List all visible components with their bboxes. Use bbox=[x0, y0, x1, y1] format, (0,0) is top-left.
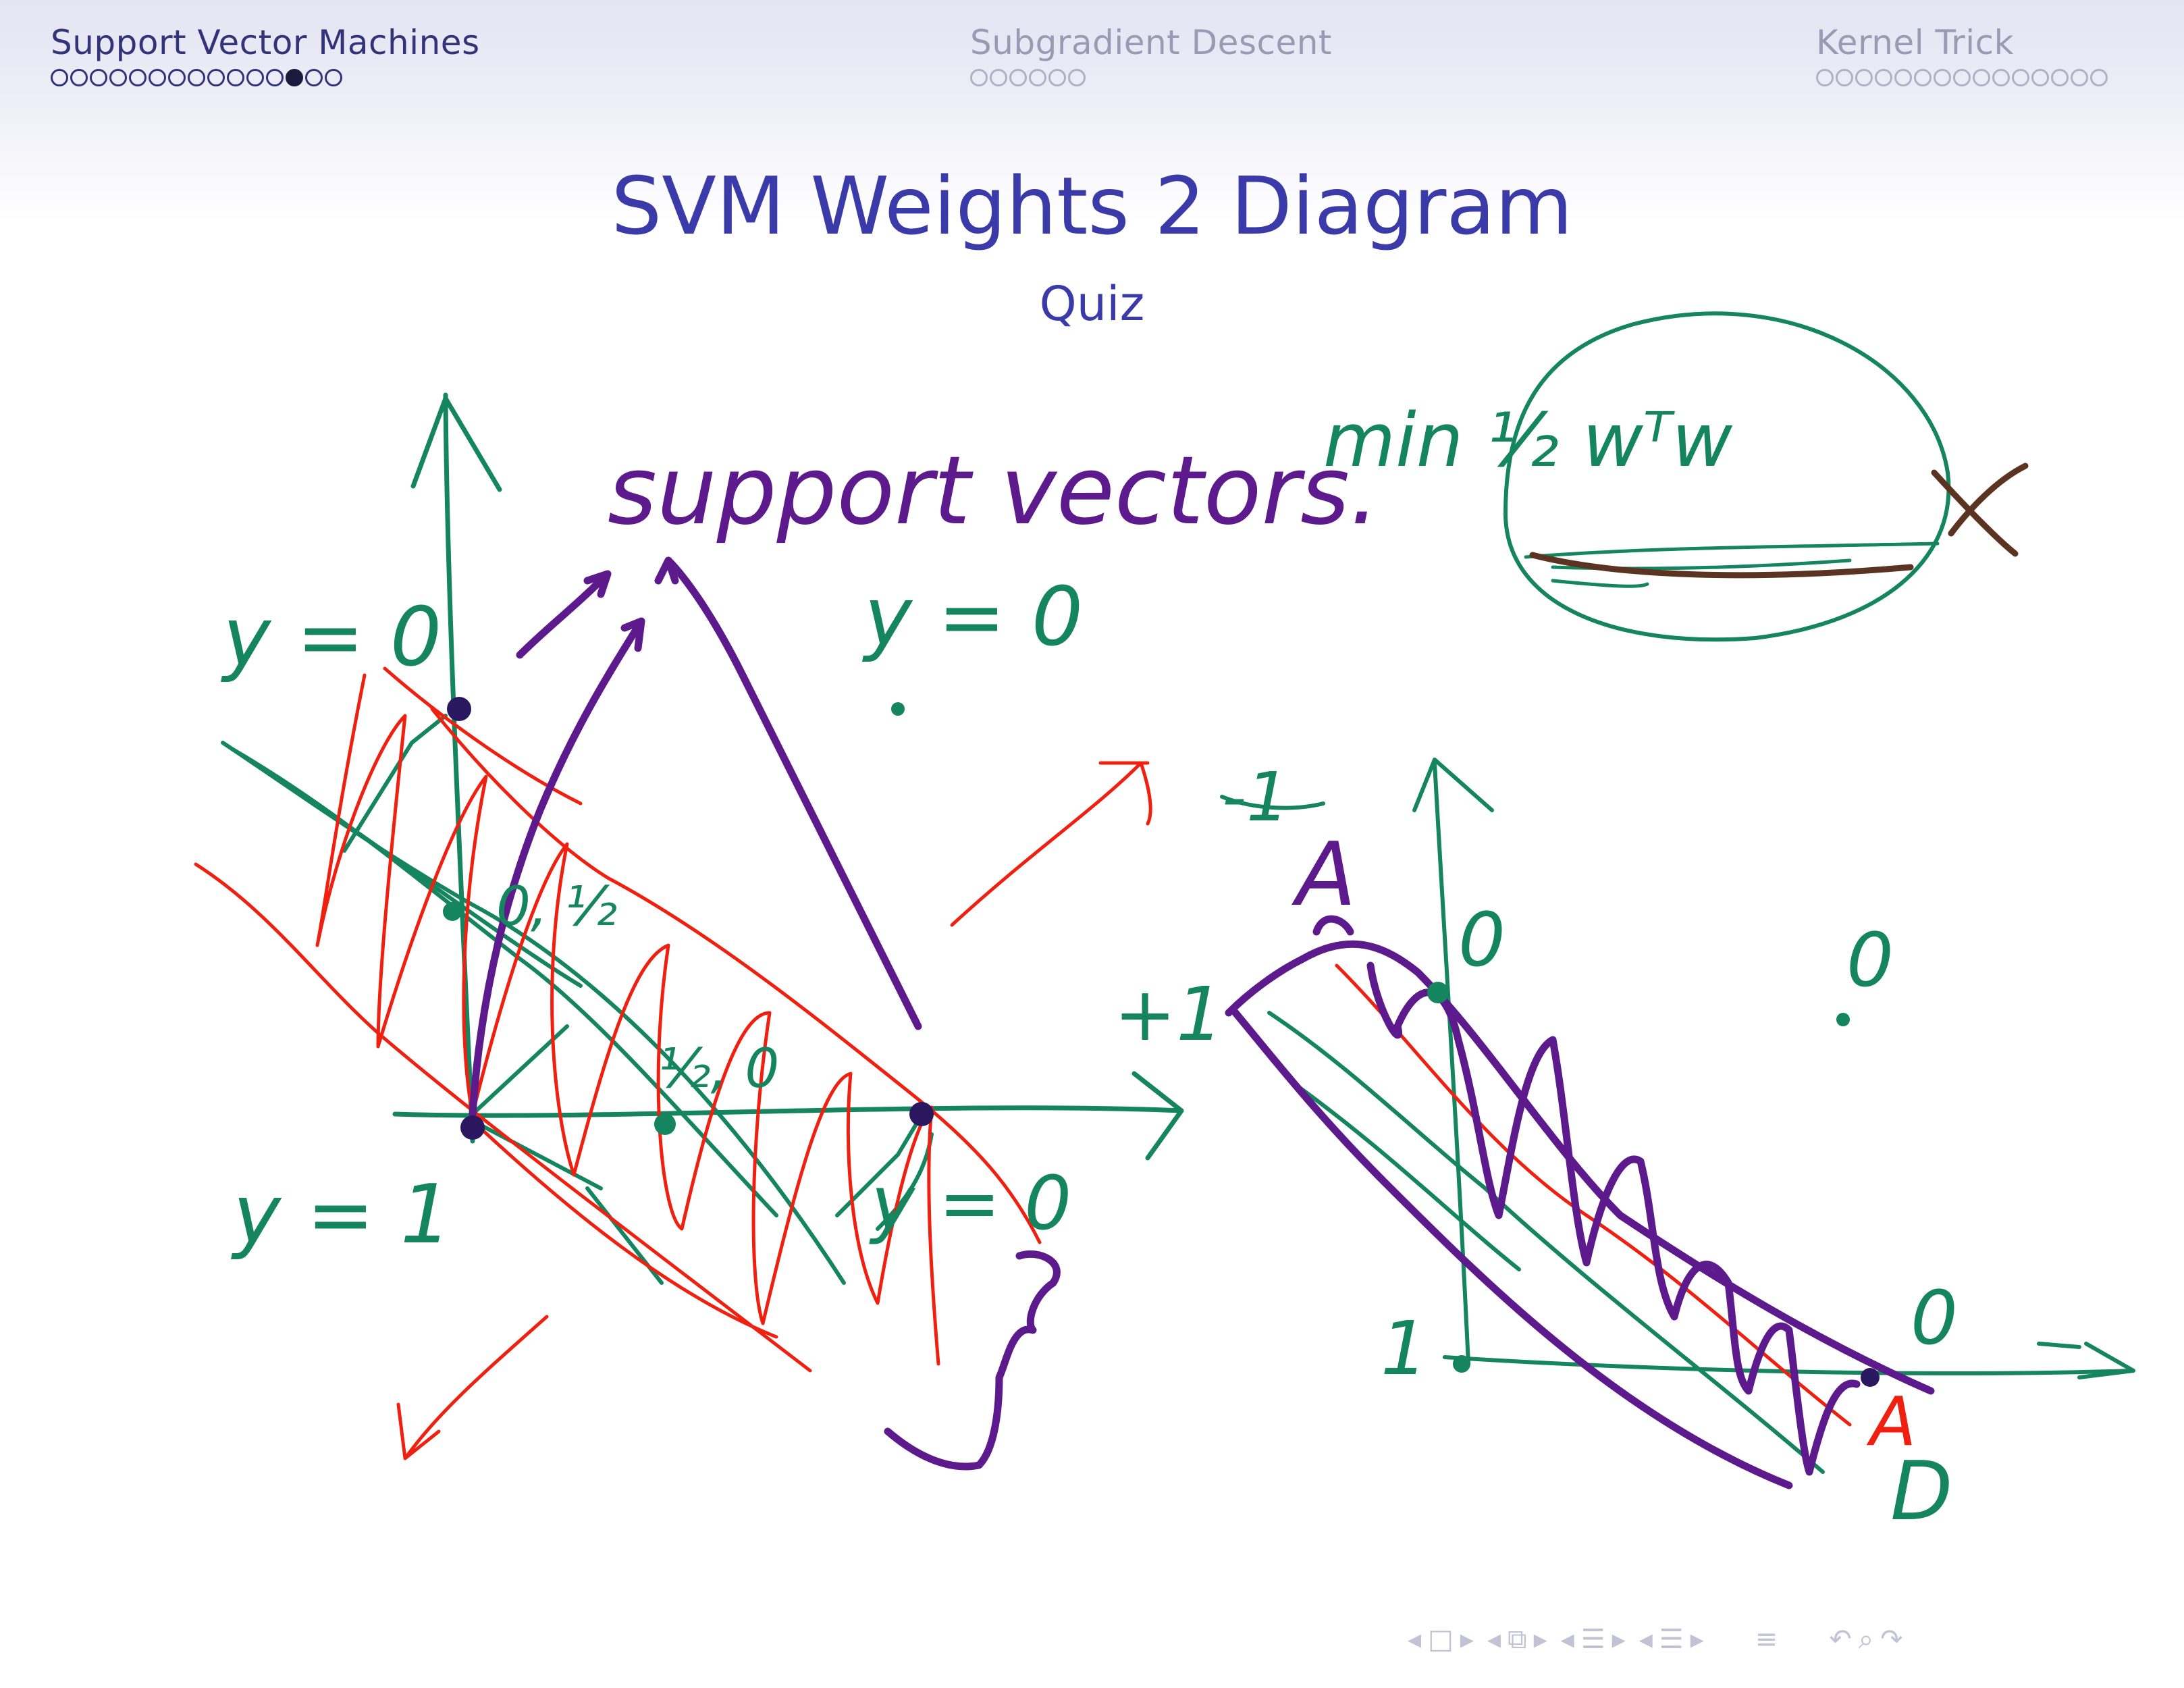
y-equals-0-bottom-label: y = 0 bbox=[869, 1160, 1071, 1246]
nav-prev-subsection-icon[interactable]: ◂ bbox=[1487, 1624, 1501, 1655]
zero-top-label: 0 bbox=[1458, 897, 1506, 983]
y-equals-0-right-label: y = 0 bbox=[862, 571, 1083, 664]
data-point bbox=[909, 1102, 934, 1126]
nav-frame-icon[interactable]: □ bbox=[1428, 1624, 1454, 1655]
one-label: 1 bbox=[1381, 1305, 1428, 1392]
point-0-half-label: 0, ½ bbox=[496, 875, 617, 938]
point-half-0-label: ½, 0 bbox=[658, 1037, 779, 1100]
nav-next-frame-icon[interactable]: ▸ bbox=[1460, 1624, 1474, 1655]
handwritten-annotations: support vectors. min ½ wᵀw y = 0 y = 0 y… bbox=[194, 311, 2135, 1539]
y-equals-0-top-label: y = 0 bbox=[221, 591, 442, 685]
right-data-points bbox=[1427, 982, 1880, 1387]
zero-bottom-label: 0 bbox=[1911, 1275, 1958, 1361]
nav-section-group: ◂ ☰ ▸ bbox=[1561, 1624, 1626, 1655]
nav-prev-section-icon[interactable]: ◂ bbox=[1561, 1624, 1574, 1655]
data-point bbox=[443, 902, 462, 921]
nav-undo-icon[interactable]: ↶ bbox=[1829, 1624, 1852, 1655]
strike-through bbox=[1529, 552, 1914, 579]
data-point bbox=[654, 1113, 676, 1135]
support-vectors-label: support vectors. bbox=[608, 436, 1380, 546]
y-equals-1-label: y = 1 bbox=[231, 1168, 452, 1262]
data-point bbox=[1427, 982, 1449, 1003]
objective-label: min ½ wᵀw bbox=[1323, 397, 1733, 483]
nav-section-icon[interactable]: ☰ bbox=[1581, 1624, 1605, 1655]
nav-slide-icon[interactable]: ☰ bbox=[1659, 1624, 1684, 1655]
beamer-navigation-bar: ◂ □ ▸ ◂ ⧉ ▸ ◂ ☰ ▸ ◂ ☰ ▸ ≡ ↶ ⌕ ↷ bbox=[1408, 1624, 1903, 1655]
plus-one-label: +1 bbox=[1114, 971, 1223, 1057]
nav-search-icon[interactable]: ⌕ bbox=[1859, 1624, 1873, 1655]
nav-next-subsection-icon[interactable]: ▸ bbox=[1534, 1624, 1547, 1655]
data-point bbox=[447, 697, 471, 721]
nav-tools-group: ↶ ⌕ ↷ bbox=[1829, 1624, 1902, 1655]
data-point bbox=[460, 1115, 485, 1140]
left-x-axis bbox=[392, 1105, 1184, 1118]
right-axes bbox=[1220, 758, 2135, 1474]
minus-one-label: -1 bbox=[1222, 758, 1289, 837]
left-x-axis-arrow bbox=[1131, 1071, 1184, 1161]
nav-prev-frame-icon[interactable]: ◂ bbox=[1408, 1624, 1421, 1655]
zero-right-label: 0 bbox=[1846, 917, 1894, 1003]
nav-subsection-group: ◂ ⧉ ▸ bbox=[1487, 1624, 1547, 1655]
left-y-axis bbox=[443, 392, 475, 1144]
A-top-label: A bbox=[1291, 823, 1356, 926]
right-y-axis-arrow bbox=[1412, 758, 1494, 812]
nav-frame-group: ◂ □ ▸ bbox=[1408, 1624, 1474, 1655]
right-margin-shading bbox=[1225, 915, 1935, 1489]
nav-next-section-icon[interactable]: ▸ bbox=[1612, 1624, 1626, 1655]
data-point bbox=[1453, 1355, 1470, 1373]
nav-slide-group: ◂ ☰ ▸ bbox=[1639, 1624, 1704, 1655]
data-point bbox=[1836, 1013, 1850, 1026]
nav-toc-icon[interactable]: ≡ bbox=[1755, 1624, 1778, 1655]
D-bottom-label: D bbox=[1890, 1445, 1952, 1539]
nav-prev-slide-icon[interactable]: ◂ bbox=[1639, 1624, 1653, 1655]
data-point bbox=[891, 702, 905, 716]
left-y-axis-arrow bbox=[410, 396, 502, 492]
nav-next-slide-icon[interactable]: ▸ bbox=[1690, 1624, 1704, 1655]
nav-subsection-icon[interactable]: ⧉ bbox=[1508, 1624, 1527, 1655]
nav-redo-icon[interactable]: ↷ bbox=[1880, 1624, 1903, 1655]
